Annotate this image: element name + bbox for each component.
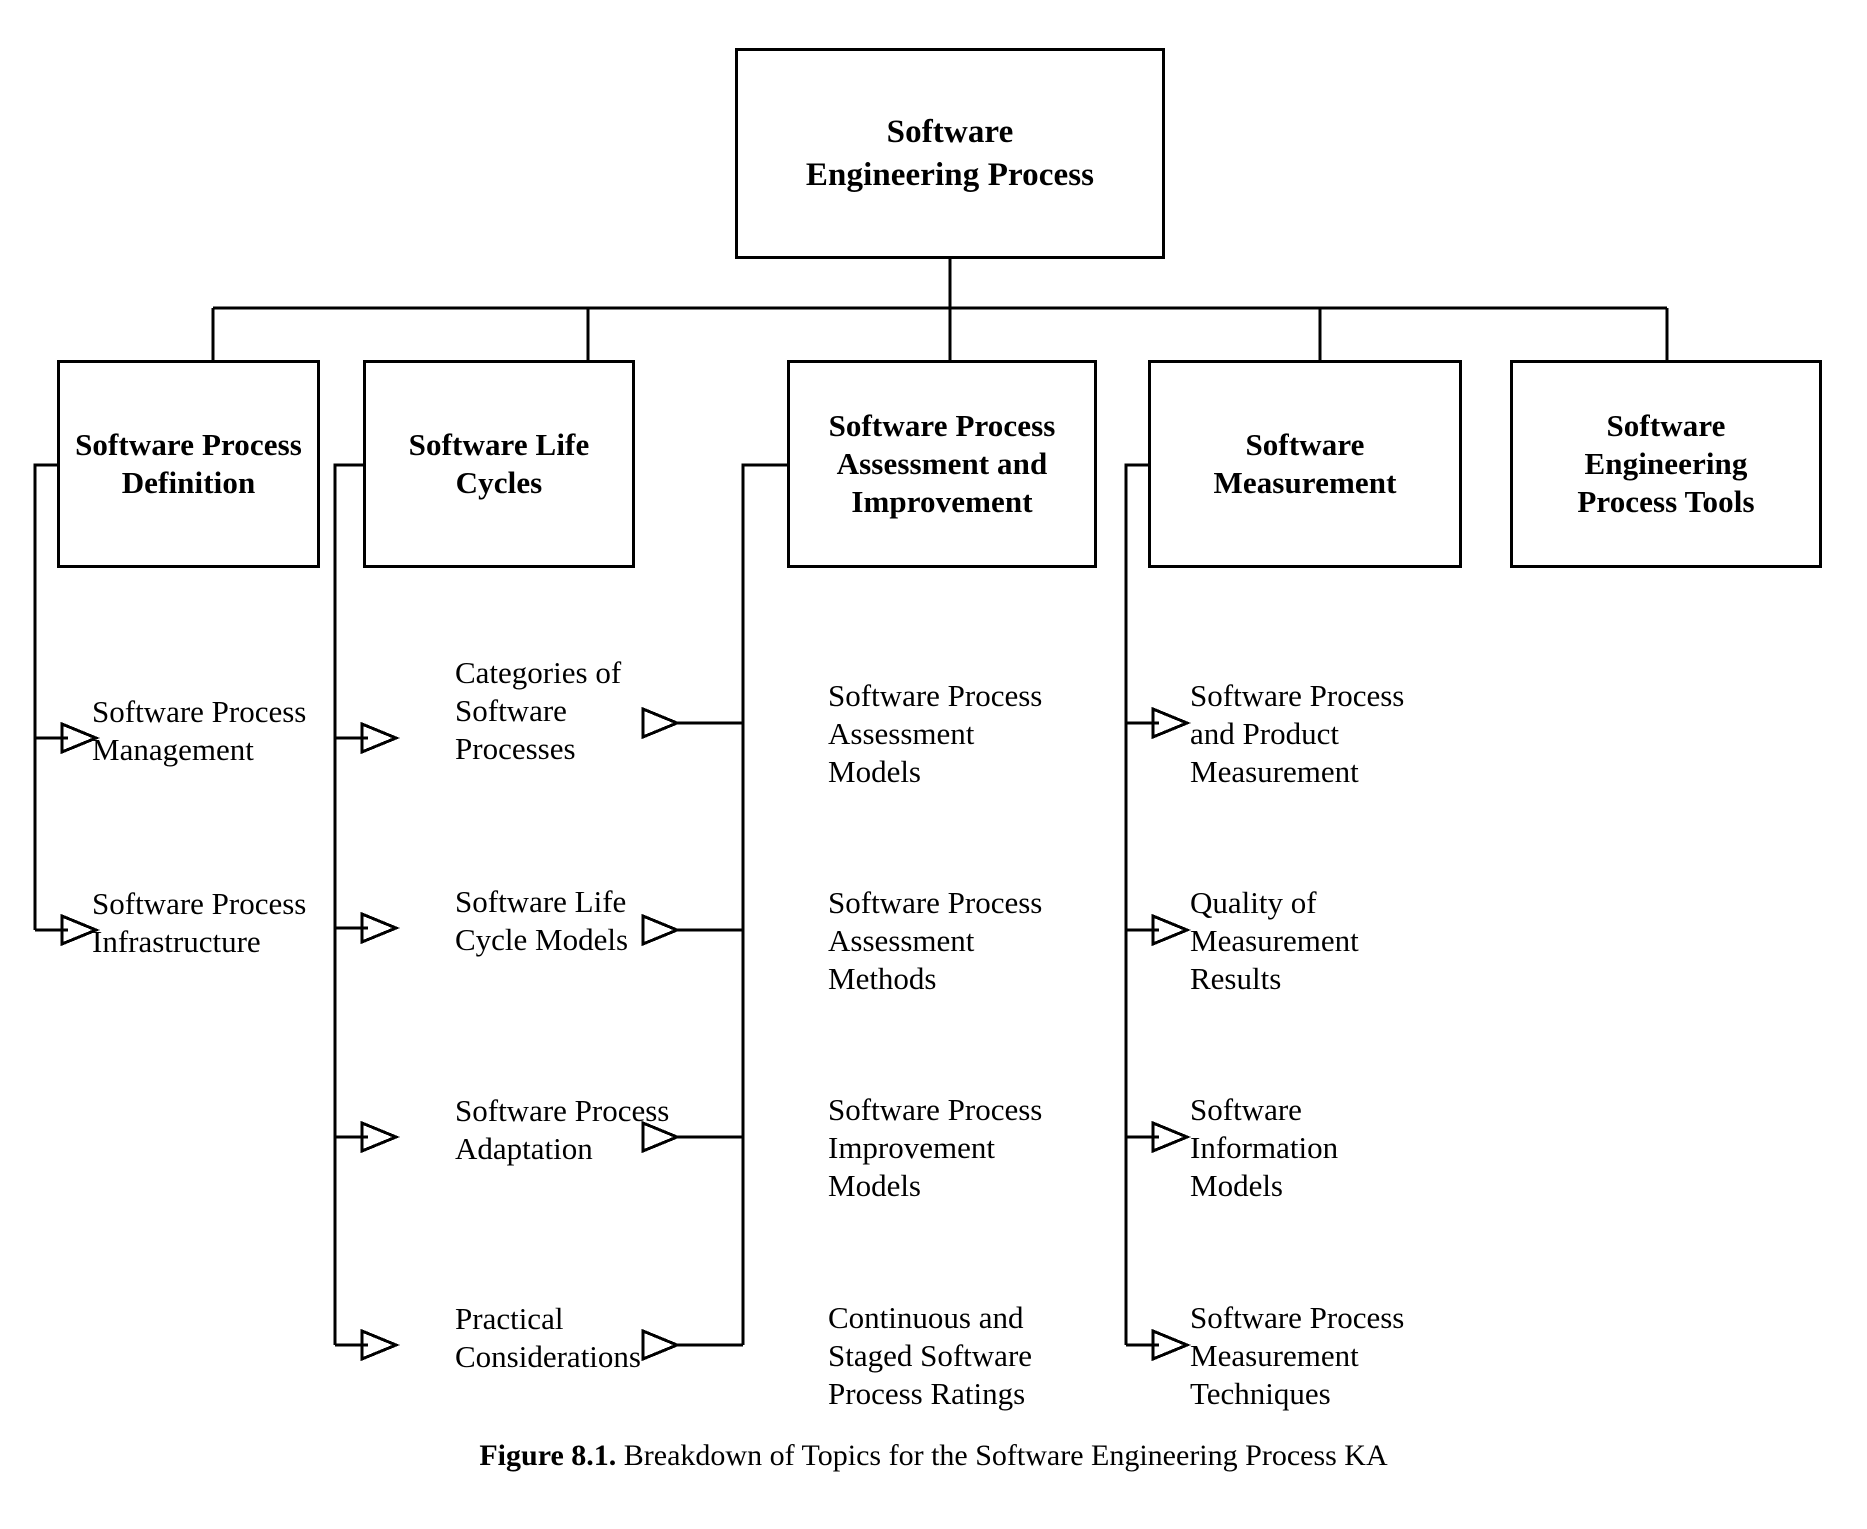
leaf-label-software-process-and-product-measurement[interactable]: Software Process and Product Measurement bbox=[1190, 677, 1470, 790]
leaf-label-software-process-assessment-models[interactable]: Software Process Assessment Models bbox=[828, 677, 1108, 790]
figure-canvas: Software Engineering Process Software Pr… bbox=[0, 0, 1867, 1529]
leaf-arrow-2-4 bbox=[360, 1328, 400, 1362]
branch-node-software-process-definition[interactable]: Software Process Definition bbox=[57, 360, 320, 568]
figure-caption: Figure 8.1. Breakdown of Topics for the … bbox=[0, 1438, 1867, 1474]
branch-node-label: Software Engineering Process Tools bbox=[1577, 408, 1755, 519]
leaf-arrow-4-4 bbox=[1151, 1328, 1191, 1362]
leaf-label-software-process-assessment-methods[interactable]: Software Process Assessment Methods bbox=[828, 884, 1108, 997]
leaf-arrow-4-2 bbox=[1151, 913, 1191, 947]
branch-node-label: Software Measurement bbox=[1213, 427, 1397, 500]
branch-node-software-engineering-process-tools[interactable]: Software Engineering Process Tools bbox=[1510, 360, 1822, 568]
leaf-arrow-2-2 bbox=[360, 911, 400, 945]
leaf-label-software-process-infrastructure[interactable]: Software Process Infrastructure bbox=[92, 885, 362, 961]
root-node-label: Software Engineering Process bbox=[805, 113, 1095, 193]
leaf-label-software-process-improvement-models[interactable]: Software Process Improvement Models bbox=[828, 1091, 1108, 1204]
spine-col-4 bbox=[1124, 463, 1148, 1345]
leaf-label-software-process-adaptation[interactable]: Software Process Adaptation bbox=[455, 1092, 725, 1168]
leaf-arrow-1-1 bbox=[60, 721, 100, 755]
leaf-arrow-1-2 bbox=[60, 913, 100, 947]
leaf-arrow-2-3 bbox=[360, 1120, 400, 1154]
leaf-label-software-process-management[interactable]: Software Process Management bbox=[92, 693, 362, 769]
leaf-label-software-process-measurement-techniques[interactable]: Software Process Measurement Techniques bbox=[1190, 1299, 1470, 1412]
leaf-label-software-life-cycle-models[interactable]: Software Life Cycle Models bbox=[455, 883, 695, 959]
leaf-label-software-information-models[interactable]: Software Information Models bbox=[1190, 1091, 1470, 1204]
branch-node-software-measurement[interactable]: Software Measurement bbox=[1148, 360, 1462, 568]
spine-col-1 bbox=[33, 463, 57, 930]
branch-node-software-process-assessment-and-improvement[interactable]: Software Process Assessment and Improvem… bbox=[787, 360, 1097, 568]
leaf-label-practical-considerations[interactable]: Practical Considerations bbox=[455, 1300, 725, 1376]
leaf-label-quality-of-measurement-results[interactable]: Quality of Measurement Results bbox=[1190, 884, 1470, 997]
leaf-label-categories-of-software-processes[interactable]: Categories of Software Processes bbox=[455, 654, 695, 767]
leaf-arrow-4-1 bbox=[1151, 706, 1191, 740]
branch-node-label: Software Process Definition bbox=[75, 427, 302, 500]
figure-caption-number: Figure 8.1. bbox=[479, 1439, 617, 1472]
leaf-arrow-2-1 bbox=[360, 721, 400, 755]
spine-col-3 bbox=[741, 463, 787, 1345]
figure-caption-text: Breakdown of Topics for the Software Eng… bbox=[616, 1439, 1388, 1472]
leaf-label-continuous-and-staged-software-process-ratings[interactable]: Continuous and Staged Software Process R… bbox=[828, 1299, 1118, 1412]
branch-node-software-life-cycles[interactable]: Software Life Cycles bbox=[363, 360, 635, 568]
root-node-software-engineering-process[interactable]: Software Engineering Process bbox=[735, 48, 1165, 259]
leaf-arrow-4-3 bbox=[1151, 1120, 1191, 1154]
branch-node-label: Software Process Assessment and Improvem… bbox=[828, 408, 1056, 519]
branch-node-label: Software Life Cycles bbox=[408, 427, 590, 500]
